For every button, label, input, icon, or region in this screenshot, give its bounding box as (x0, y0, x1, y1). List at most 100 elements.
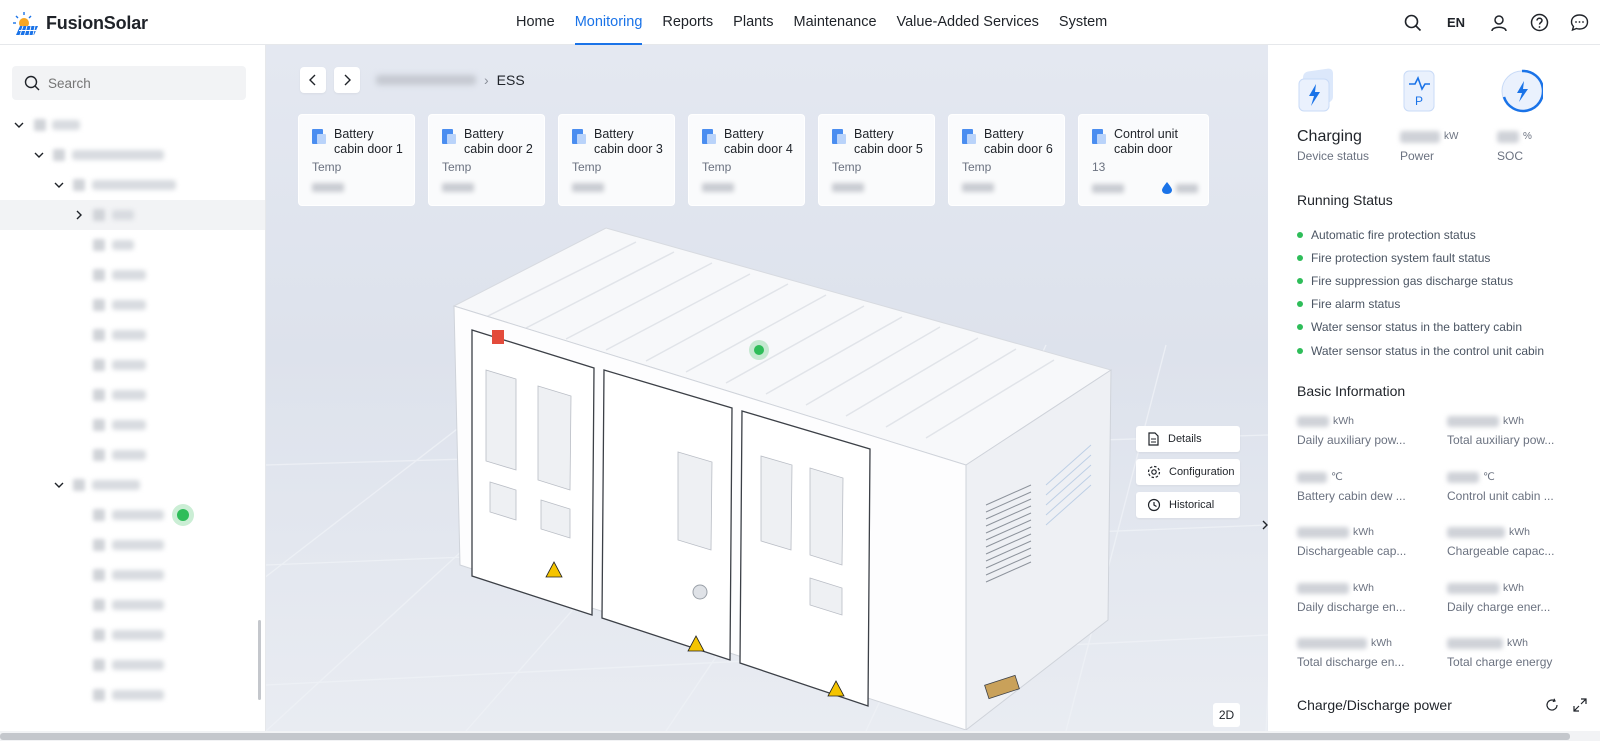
door-label: Temp (442, 160, 472, 174)
door-card-3[interactable]: Battery cabin door 3 Temp (558, 114, 675, 206)
info-unit: kWh (1353, 582, 1374, 594)
inverter-icon (93, 539, 105, 551)
door-card-control-unit[interactable]: Control unit cabin door 13 (1078, 114, 1209, 206)
door-card-5[interactable]: Battery cabin door 5 Temp (818, 114, 935, 206)
user-icon[interactable] (1488, 12, 1510, 34)
tree-node-plant[interactable] (0, 140, 265, 170)
refresh-icon[interactable] (1545, 698, 1559, 712)
back-button[interactable] (300, 67, 326, 93)
help-icon[interactable] (1528, 12, 1550, 34)
scrollbar-thumb[interactable] (0, 733, 1570, 740)
tree-node[interactable] (0, 560, 265, 590)
status-label: Automatic fire protection status (1311, 227, 1476, 242)
configuration-button[interactable]: Configuration (1136, 459, 1240, 485)
details-button[interactable]: Details (1136, 426, 1240, 452)
door-icon (702, 129, 716, 144)
tree-node[interactable] (0, 350, 265, 380)
status-item: Automatic fire protection status (1297, 223, 1544, 246)
info-value (1447, 415, 1499, 427)
door-value (442, 183, 474, 192)
breadcrumb: › ESS (300, 67, 525, 93)
inverter-icon (93, 569, 105, 581)
tree-node[interactable] (0, 260, 265, 290)
info-item: ℃ Battery cabin dew ... (1297, 468, 1437, 503)
device-icon (93, 329, 105, 341)
tree-node[interactable] (0, 500, 265, 530)
messages-icon[interactable] (1568, 12, 1590, 34)
breadcrumb-parent[interactable] (376, 75, 476, 85)
device-status-marker[interactable] (754, 345, 764, 355)
nav-maintenance[interactable]: Maintenance (783, 0, 886, 45)
status-label: Fire protection system fault status (1311, 250, 1491, 265)
forward-button[interactable] (334, 67, 360, 93)
view-mode-2d-button[interactable]: 2D (1213, 703, 1240, 727)
horizontal-scrollbar[interactable] (0, 731, 1600, 741)
tree-node[interactable] (0, 530, 265, 560)
search-box[interactable] (12, 66, 246, 100)
nav-value-added-services[interactable]: Value-Added Services (887, 0, 1049, 45)
info-value (1447, 637, 1503, 649)
inverter-icon (93, 689, 105, 701)
expand-icon[interactable] (1573, 698, 1587, 712)
brand[interactable]: FusionSolar (12, 10, 148, 36)
tree-node-label (112, 390, 146, 400)
app-name: FusionSolar (46, 12, 148, 33)
door-title: Battery cabin door 5 (854, 127, 923, 156)
details-label: Details (1168, 433, 1202, 445)
panel-collapse-toggle[interactable] (1258, 495, 1268, 555)
humidity-icon (1162, 182, 1172, 194)
info-item: kWh Daily auxiliary pow... (1297, 412, 1437, 447)
status-label: Water sensor status in the battery cabin (1311, 320, 1522, 335)
device-status-value: Charging (1297, 128, 1362, 145)
tree-node[interactable] (0, 440, 265, 470)
tree-node[interactable] (0, 620, 265, 650)
info-item: ℃ Control unit cabin ... (1447, 468, 1587, 503)
door-card-1[interactable]: Battery cabin door 1 Temp (298, 114, 415, 206)
door-card-2[interactable]: Battery cabin door 2 Temp (428, 114, 545, 206)
status-label: Fire suppression gas discharge status (1311, 273, 1514, 288)
inverter-icon (93, 509, 105, 521)
soc-label: SOC (1497, 149, 1524, 163)
door-card-6[interactable]: Battery cabin door 6 Temp (948, 114, 1065, 206)
tree-node-label (112, 210, 134, 220)
gear-icon (1147, 465, 1161, 479)
language-switch[interactable]: EN (1442, 12, 1470, 34)
tree-node-label (112, 270, 146, 280)
door-label: Temp (832, 160, 862, 174)
nav-reports[interactable]: Reports (652, 0, 723, 45)
tree-node[interactable] (0, 590, 265, 620)
tree-node[interactable] (0, 230, 265, 260)
search-input[interactable] (48, 75, 228, 91)
tree-node[interactable] (0, 650, 265, 680)
info-unit: kWh (1507, 637, 1528, 649)
nav-monitoring[interactable]: Monitoring (565, 0, 653, 45)
tree-node-root[interactable] (0, 110, 265, 140)
tree-node-label (112, 240, 134, 250)
tree-node-logger[interactable] (0, 170, 265, 200)
tree-node[interactable] (0, 680, 265, 710)
tree-node[interactable] (0, 290, 265, 320)
search-icon[interactable] (1402, 12, 1424, 34)
door-title: Battery cabin door 1 (334, 127, 403, 156)
historical-button[interactable]: Historical (1136, 492, 1240, 518)
info-unit: kWh (1333, 415, 1354, 427)
soc-number (1497, 130, 1519, 143)
power-label: Power (1400, 149, 1435, 163)
power-unit: kW (1444, 131, 1459, 143)
ess-container-model (452, 227, 1113, 730)
tree-node-logger[interactable] (0, 470, 265, 500)
door-card-4[interactable]: Battery cabin door 4 Temp (688, 114, 805, 206)
status-label: Water sensor status in the control unit … (1311, 343, 1545, 358)
sidebar-scrollbar[interactable] (258, 620, 261, 700)
nav-system[interactable]: System (1049, 0, 1117, 45)
tree-node[interactable] (0, 320, 265, 350)
tree-node[interactable] (0, 380, 265, 410)
info-item: kWh Total auxiliary pow... (1447, 412, 1587, 447)
power-value: kW (1400, 128, 1458, 146)
kpi-power: P kW Power (1400, 67, 1458, 163)
nav-home[interactable]: Home (506, 0, 565, 45)
nav-plants[interactable]: Plants (723, 0, 783, 45)
tree-node[interactable] (0, 410, 265, 440)
tree-node-ess-selected[interactable] (0, 200, 265, 230)
tree-node-label (112, 330, 146, 340)
